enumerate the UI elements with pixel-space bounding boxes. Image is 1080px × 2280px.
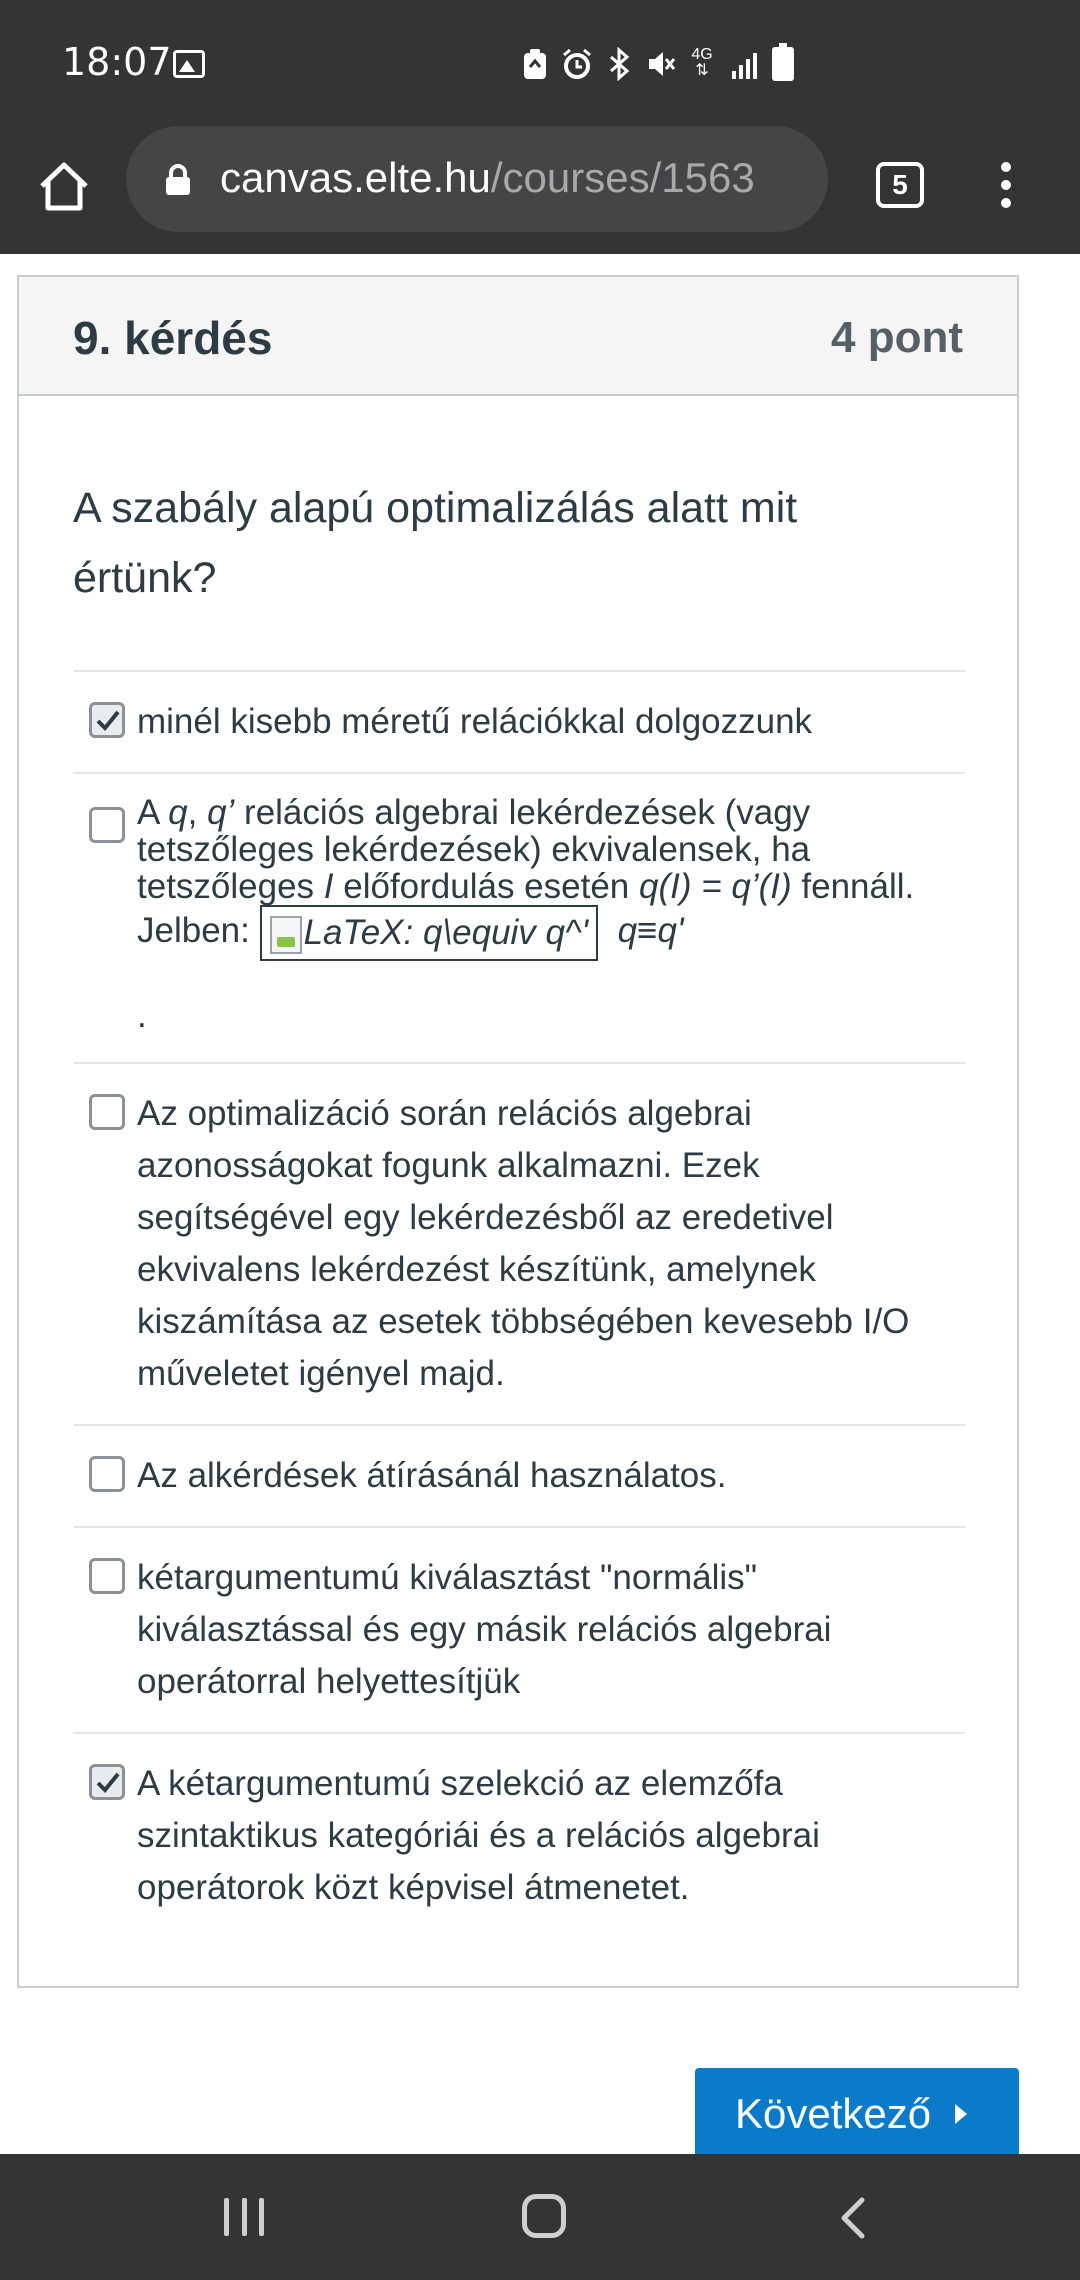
- recent-apps-button[interactable]: [224, 2198, 264, 2238]
- more-menu-icon[interactable]: [988, 158, 1024, 214]
- url-host: canvas.elte.hu: [220, 154, 491, 201]
- answer-text: Az alkérdések átírásánál használatos.: [137, 1456, 727, 1495]
- answer-checkbox[interactable]: [89, 702, 125, 738]
- broken-image-icon: [269, 915, 302, 954]
- question-header: 9. kérdés 4 pont: [19, 277, 1017, 396]
- answer-option[interactable]: A kétargumentumú szelekció az elemzőfa s…: [73, 1732, 965, 1938]
- answer-checkbox[interactable]: [89, 1094, 125, 1130]
- home-nav-button[interactable]: [522, 2194, 566, 2238]
- recycle-icon: [520, 47, 548, 81]
- answer-option[interactable]: A q, q’ relációs algebrai lekérdezések (…: [73, 772, 965, 1062]
- question-title: 9. kérdés: [73, 312, 273, 364]
- answer-text-segment: q: [168, 793, 188, 832]
- page-content: 9. kérdés 4 pont A szabály alapú optimal…: [0, 254, 1080, 2160]
- answer-checkbox[interactable]: [89, 1558, 125, 1594]
- answer-text: minél kisebb méretű relációkkal dolgozzu…: [137, 702, 813, 741]
- question-points: 4 pont: [831, 313, 963, 362]
- address-bar[interactable]: canvas.elte.hu/courses/1563: [126, 126, 828, 232]
- answer-option[interactable]: Az optimalizáció során relációs algebrai…: [73, 1062, 965, 1424]
- latex-alt-text: LaTeX: q\equiv q^': [303, 913, 589, 952]
- url-path: /courses/1563: [490, 154, 755, 201]
- question-text: A szabály alapú optimalizálás alatt mit …: [73, 484, 798, 602]
- checkmark-icon: [96, 1772, 120, 1793]
- checkmark-icon: [96, 710, 120, 731]
- network-label: 4G: [691, 46, 713, 63]
- answer-text: A q, q’ relációs algebrai lekérdezések (…: [137, 793, 945, 1040]
- status-icons: 4G ⇅: [520, 43, 794, 84]
- question-card: 9. kérdés 4 pont A szabály alapú optimal…: [17, 275, 1019, 1988]
- next-button-label: Következő: [735, 2090, 932, 2137]
- home-icon: [40, 162, 88, 211]
- latex-image-placeholder: LaTeX: q\equiv q^': [259, 905, 599, 961]
- bluetooth-icon: [604, 46, 632, 82]
- answer-text-segment: ,: [187, 793, 208, 832]
- url-text: canvas.elte.hu/courses/1563: [220, 154, 755, 202]
- alarm-icon: [562, 47, 591, 81]
- caret-right-icon: [955, 2104, 967, 2124]
- answer-text-segment: .: [137, 996, 147, 1035]
- answer-option[interactable]: minél kisebb méretű relációkkal dolgozzu…: [73, 670, 965, 772]
- mute-icon: [646, 47, 676, 81]
- answer-text: Az optimalizáció során relációs algebrai…: [137, 1094, 910, 1393]
- browser-toolbar: canvas.elte.hu/courses/1563 5: [0, 126, 1080, 254]
- answer-text: kétargumentumú kiválasztást "normális" k…: [137, 1558, 832, 1701]
- answer-option[interactable]: Az alkérdések átírásánál használatos.: [73, 1424, 965, 1526]
- answer-text: A kétargumentumú szelekció az elemzőfa s…: [137, 1764, 820, 1907]
- battery-icon: [772, 43, 794, 81]
- back-button[interactable]: [834, 2196, 874, 2240]
- tab-switcher-button[interactable]: 5: [876, 162, 924, 208]
- gallery-icon: [173, 50, 205, 78]
- network-4g-icon: 4G ⇅: [691, 46, 713, 79]
- equiv-formula: q≡q': [617, 911, 684, 951]
- home-button[interactable]: [34, 156, 94, 216]
- answer-checkbox[interactable]: [89, 807, 125, 843]
- answer-text-segment: A: [137, 793, 169, 832]
- signal-icon: [730, 47, 758, 81]
- answer-text-segment: I: [323, 867, 334, 906]
- status-bar: 18:07 4G ⇅: [0, 0, 1080, 126]
- answer-checkbox[interactable]: [89, 1456, 125, 1492]
- system-nav-bar: [0, 2154, 1080, 2280]
- answer-text-segment: q’: [207, 793, 235, 832]
- answer-checkbox[interactable]: [89, 1764, 125, 1800]
- lock-icon: [166, 164, 190, 195]
- answer-text-segment: előfordulás esetén: [333, 867, 639, 906]
- answer-option[interactable]: kétargumentumú kiválasztást "normális" k…: [73, 1526, 965, 1732]
- status-time: 18:07: [62, 40, 172, 84]
- next-button[interactable]: Következő: [695, 2068, 1019, 2160]
- answer-list: minél kisebb méretű relációkkal dolgozzu…: [73, 670, 965, 1938]
- answer-text-segment: q(I) = q’(I): [639, 867, 792, 906]
